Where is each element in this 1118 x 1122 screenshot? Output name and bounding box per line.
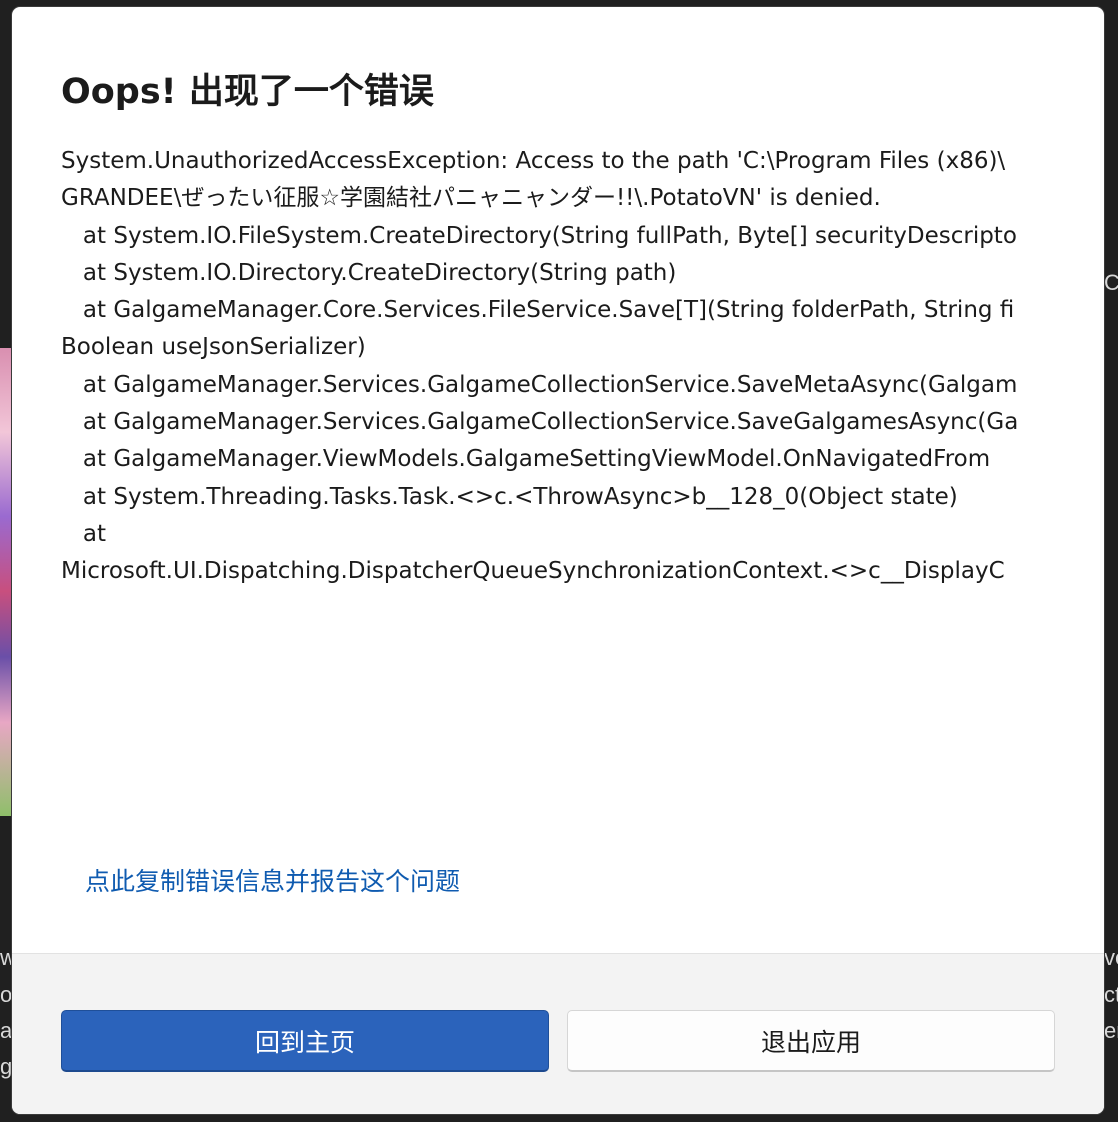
error-line: at GalgameManager.Core.Services.FileServ… [61,297,1015,324]
error-details: System.UnauthorizedAccessException: Acce… [61,143,1055,593]
back-to-home-button[interactable]: 回到主页 [61,1010,549,1072]
background-text-fragment: o [0,982,12,1007]
background-text-fragment: ve [1104,945,1118,970]
background-text-fragment: er [1104,1018,1118,1043]
copy-and-report-link[interactable]: 点此复制错误信息并报告这个问题 [85,862,460,898]
background-game-cover [0,348,12,816]
error-dialog: Oops! 出现了一个错误 System.UnauthorizedAccessE… [12,7,1104,1114]
error-line: at System.Threading.Tasks.Task.<>c.<Thro… [61,483,958,510]
exit-app-button[interactable]: 退出应用 [567,1010,1055,1072]
error-line: Boolean useJsonSerializer) [61,334,366,361]
error-line: System.UnauthorizedAccessException: Acce… [61,148,1006,174]
error-line: at GalgameManager.ViewModels.GalgameSett… [61,446,991,473]
error-line: at GalgameManager.Services.GalgameCollec… [61,371,1018,398]
error-line: at System.IO.FileSystem.CreateDirectory(… [61,222,1017,249]
background-text-fragment: cti [1104,982,1118,1007]
error-line: at System.IO.Directory.CreateDirectory(S… [61,259,677,286]
error-line: at GalgameManager.Services.GalgameCollec… [61,409,1019,436]
background-text-fragment: g [0,1054,12,1079]
background-text-fragment: Co [1104,270,1118,295]
dialog-footer: 回到主页 退出应用 [12,953,1104,1114]
dialog-title: Oops! 出现了一个错误 [61,72,434,112]
background-text-fragment: a [0,1018,12,1043]
error-line: at [61,520,107,547]
error-line: Microsoft.UI.Dispatching.DispatcherQueue… [61,558,1005,585]
background-text-fragment: w [0,945,12,970]
error-line: GRANDEE\ぜったい征服☆学園結社パニャニャンダー!!\.PotatoVN'… [61,185,881,212]
